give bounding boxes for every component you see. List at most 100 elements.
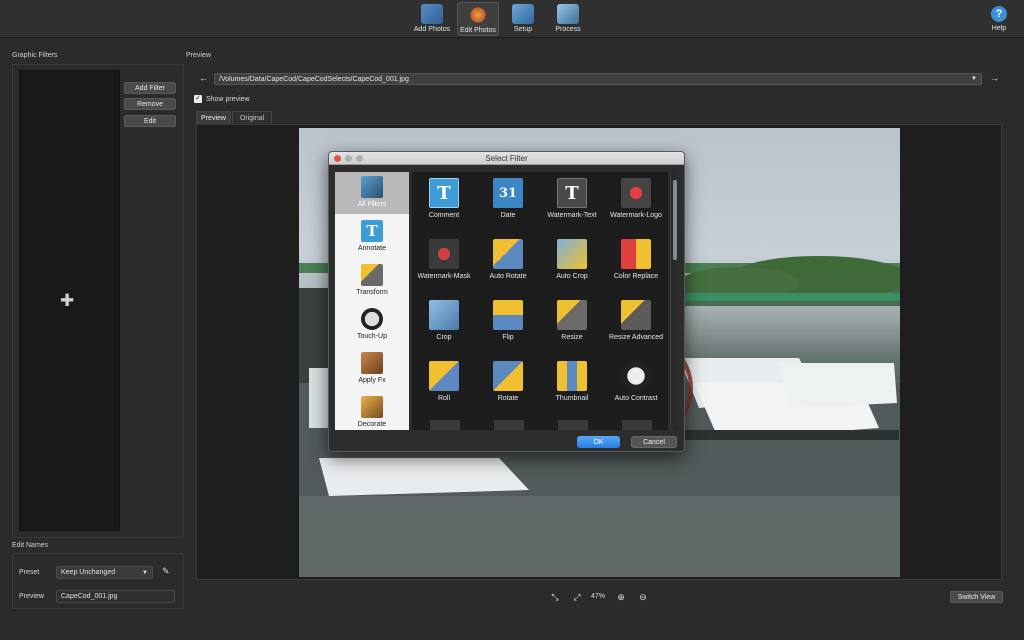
- filter-roll[interactable]: Roll: [412, 355, 476, 415]
- checkbox-checked-icon: ✓: [194, 95, 202, 103]
- filter-auto-contrast[interactable]: Auto Contrast: [604, 355, 668, 415]
- graphic-filters-list[interactable]: ✚: [19, 70, 120, 531]
- category-label: Touch-Up: [357, 333, 387, 340]
- process-label: Process: [555, 26, 581, 33]
- switch-view-button[interactable]: Switch View: [950, 591, 1003, 603]
- previous-arrow-icon[interactable]: ←: [199, 73, 208, 83]
- zoom-out-icon[interactable]: ⊖: [637, 591, 649, 603]
- edit-button[interactable]: Edit: [124, 115, 176, 127]
- all-filters-icon: [361, 176, 383, 198]
- actual-size-icon[interactable]: ⤢: [571, 591, 583, 603]
- remove-button[interactable]: Remove: [124, 98, 176, 110]
- zoom-dot-icon: [356, 155, 363, 162]
- filter-watermark-text[interactable]: T Watermark-Text: [540, 172, 604, 232]
- zoom-level: 47%: [591, 593, 606, 600]
- cancel-button[interactable]: Cancel: [631, 436, 677, 448]
- annotate-icon: T: [361, 220, 383, 242]
- ok-button[interactable]: OK: [577, 436, 620, 448]
- add-photos-button[interactable]: Add Photos: [412, 2, 452, 36]
- filter-rotate[interactable]: Rotate: [476, 355, 540, 415]
- zoom-in-icon[interactable]: ⊕: [615, 591, 627, 603]
- chevron-down-icon: ▼: [971, 76, 977, 82]
- filter-label: Flip: [502, 334, 514, 341]
- category-all-filters[interactable]: All Filters: [335, 172, 409, 214]
- filter-label: Comment: [428, 212, 460, 219]
- category-label: All Filters: [357, 201, 387, 208]
- setup-label: Setup: [513, 26, 533, 33]
- filter-date[interactable]: 31 Date: [476, 172, 540, 232]
- filter-resize[interactable]: Resize: [540, 294, 604, 354]
- dialog-title-text: Select Filter: [485, 154, 528, 163]
- edit-photos-button[interactable]: Edit Photos: [457, 2, 499, 36]
- help-button[interactable]: ? Help: [985, 2, 1013, 36]
- category-transform[interactable]: Transform: [335, 260, 409, 302]
- preview-name-field: CapeCod_001.jpg: [56, 590, 175, 603]
- touch-up-icon: [361, 308, 383, 330]
- fit-icon[interactable]: ⤡: [549, 591, 561, 603]
- scrollbar-thumb[interactable]: [673, 180, 677, 260]
- tab-preview[interactable]: Preview: [196, 111, 231, 124]
- filter-auto-rotate[interactable]: Auto Rotate: [476, 233, 540, 293]
- dialog-title: Select Filter: [329, 152, 684, 165]
- watermark-mask-icon: [429, 239, 459, 269]
- filter-comment[interactable]: T Comment: [412, 172, 476, 232]
- auto-contrast-icon: [621, 361, 651, 391]
- comment-icon: T: [429, 178, 459, 208]
- filter-flip[interactable]: Flip: [476, 294, 540, 354]
- add-photos-icon: [421, 4, 443, 24]
- tab-original[interactable]: Original: [232, 111, 272, 124]
- filter-crop[interactable]: Crop: [412, 294, 476, 354]
- process-button[interactable]: Process: [550, 2, 586, 36]
- color-replace-icon: [621, 239, 651, 269]
- next-arrow-icon[interactable]: →: [990, 73, 999, 83]
- close-dot-icon[interactable]: [334, 155, 341, 162]
- filter-label: Watermark-Mask: [417, 273, 471, 280]
- category-label: Apply Fx: [358, 377, 386, 384]
- crop-icon: [429, 300, 459, 330]
- filter-label: Watermark-Text: [547, 212, 597, 219]
- add-filter-button[interactable]: Add Filter: [124, 82, 176, 94]
- minimize-dot-icon: [345, 155, 352, 162]
- setup-button[interactable]: Setup: [506, 2, 540, 36]
- filter-label: Rotate: [497, 395, 519, 402]
- preview-name-value: CapeCod_001.jpg: [61, 593, 118, 600]
- filter-thumbnail[interactable]: Thumbnail: [540, 355, 604, 415]
- partial-filter-icon: [558, 420, 588, 430]
- add-filter-plus-icon[interactable]: ✚: [60, 291, 74, 311]
- preset-value: Keep Unchanged: [61, 569, 116, 576]
- category-label: Annotate: [357, 245, 387, 252]
- main-toolbar: Add Photos Edit Photos Setup Process ? H…: [0, 0, 1024, 38]
- partial-filter-icon: [430, 420, 460, 430]
- pencil-icon[interactable]: ✎: [162, 566, 170, 577]
- watermark-logo-icon: [621, 178, 651, 208]
- category-annotate[interactable]: T Annotate: [335, 216, 409, 258]
- category-apply-fx[interactable]: Apply Fx: [335, 348, 409, 390]
- filter-label: Color Replace: [613, 273, 659, 280]
- filter-label: Auto Rotate: [489, 273, 527, 280]
- image-path-select[interactable]: /Volumes/Data/CapeCod/CapeCodSelects/Cap…: [214, 73, 982, 85]
- auto-rotate-icon: [493, 239, 523, 269]
- show-preview-checkbox[interactable]: ✓ Show preview: [194, 95, 250, 103]
- preset-label: Preset: [19, 569, 40, 576]
- filter-grid-scrollbar[interactable]: [670, 172, 678, 430]
- filter-label: Thumbnail: [555, 395, 589, 402]
- roll-icon: [429, 361, 459, 391]
- filter-resize-advanced[interactable]: Resize Advanced: [604, 294, 668, 354]
- filter-auto-crop[interactable]: Auto Crop: [540, 233, 604, 293]
- resize-advanced-icon: [621, 300, 651, 330]
- watermark-text-icon: T: [557, 178, 587, 208]
- filter-color-replace[interactable]: Color Replace: [604, 233, 668, 293]
- filter-grid: T Comment 31 Date T Watermark-Text Water…: [412, 172, 668, 430]
- transform-icon: [361, 264, 383, 286]
- help-label: Help: [991, 25, 1007, 32]
- process-icon: [557, 4, 579, 24]
- thumbnail-icon: [557, 361, 587, 391]
- filter-watermark-mask[interactable]: Watermark-Mask: [412, 233, 476, 293]
- preset-select[interactable]: Keep Unchanged ▼: [56, 566, 153, 579]
- category-decorate[interactable]: Decorate: [335, 392, 409, 434]
- filter-watermark-logo[interactable]: Watermark-Logo: [604, 172, 668, 232]
- add-photos-label: Add Photos: [413, 26, 451, 33]
- category-touch-up[interactable]: Touch-Up: [335, 304, 409, 346]
- edit-photos-label: Edit Photos: [460, 27, 496, 34]
- graphic-filters-title: Graphic Filters: [12, 52, 58, 59]
